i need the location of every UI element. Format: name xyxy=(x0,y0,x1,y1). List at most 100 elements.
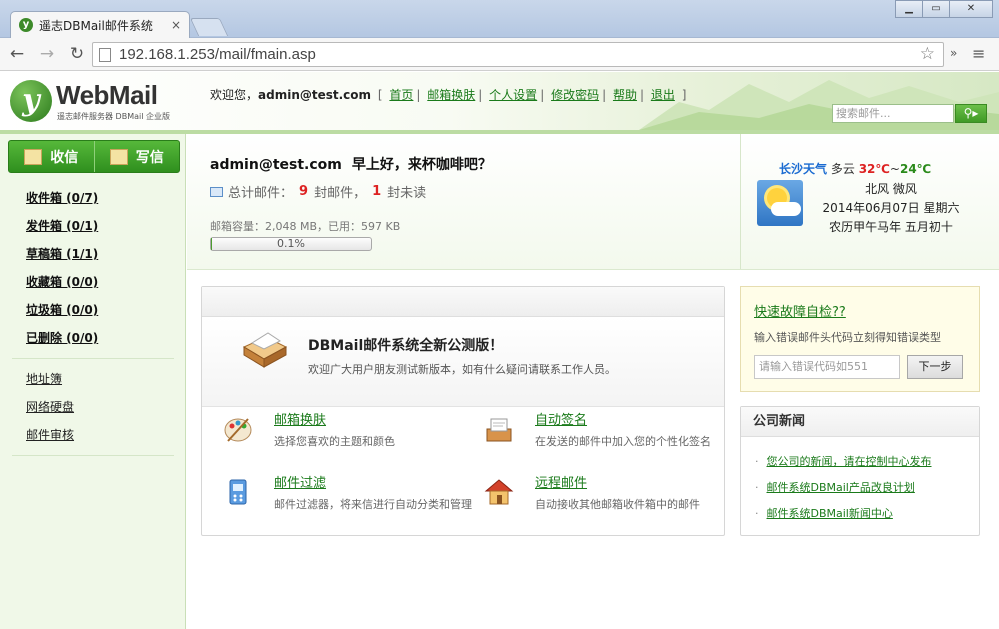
link-help[interactable]: 帮助 xyxy=(613,88,637,102)
news-item[interactable]: · 邮件系统DBMail新闻中心 xyxy=(755,505,893,521)
news-bullet: · xyxy=(755,455,759,468)
tab-title: 遥志DBMail邮件系统 xyxy=(39,18,153,33)
url-text[interactable]: 192.168.1.253/mail/fmain.asp xyxy=(119,46,316,63)
greeting-text: 早上好，来杯咖啡吧？ xyxy=(351,157,492,173)
folder-deleted[interactable]: 已删除 (0/0) xyxy=(0,324,186,352)
link-password[interactable]: 修改密码 xyxy=(551,88,599,102)
tool-network-disk[interactable]: 网络硬盘 xyxy=(0,393,186,421)
mailbox-summary: admin@test.com 早上好，来杯咖啡吧？ 总计邮件： 9 封邮件， 1 … xyxy=(187,134,999,270)
folder-sent[interactable]: 发件箱 (0/1) xyxy=(0,212,186,240)
link-home[interactable]: 首页 xyxy=(389,88,413,102)
window-close-icon[interactable]: ✕ xyxy=(949,0,993,18)
feature-skin: 邮箱换肤 选择您喜欢的主题和颜色 xyxy=(202,407,452,457)
news-item-text[interactable]: 您公司的新闻，请在控制中心发布 xyxy=(767,455,932,468)
link-skin[interactable]: 邮箱换肤 xyxy=(427,88,475,102)
diagnose-title[interactable]: 快速故障自检?? xyxy=(754,301,846,320)
link-settings[interactable]: 个人设置 xyxy=(489,88,537,102)
feature-skin-desc: 选择您喜欢的主题和颜色 xyxy=(274,435,395,448)
extensions-chevron-icon[interactable]: » xyxy=(950,46,957,60)
feature-remote-title[interactable]: 远程邮件 xyxy=(535,472,587,491)
folder-drafts[interactable]: 草稿箱 (1/1) xyxy=(0,240,186,268)
logo-icon: y xyxy=(10,80,52,122)
weather-widget: 长沙天气 多云 32℃~24℃ 北风 微风 2014年06月07日 星期六 农历… xyxy=(740,134,999,269)
feature-signature-title[interactable]: 自动签名 xyxy=(535,409,587,428)
feature-skin-title[interactable]: 邮箱换肤 xyxy=(274,409,326,428)
quota-percent: 0.1% xyxy=(277,237,305,250)
link-logout[interactable]: 退出 xyxy=(651,88,675,102)
window-controls: ▁ ▭ ✕ xyxy=(895,0,993,18)
filter-device-icon xyxy=(229,479,247,505)
sidebar: 收信 写信 收件箱 (0/7) 发件箱 (0/1) 草稿箱 (1/1) 收藏箱 … xyxy=(0,134,186,629)
mail-count: 总计邮件： 9 封邮件， 1 封未读 xyxy=(210,182,426,201)
partly-cloudy-icon xyxy=(757,180,803,226)
current-user: admin@test.com xyxy=(258,88,372,102)
tool-mail-review[interactable]: 邮件审核 xyxy=(0,421,186,449)
summary-user: admin@test.com xyxy=(210,157,342,173)
news-panel: 公司新闻 · 您公司的新闻，请在控制中心发布 · 邮件系统DBMail产品改良计划 … xyxy=(740,406,980,536)
weather-title: 长沙天气 多云 32℃~24℃ xyxy=(779,160,931,177)
sidebar-divider xyxy=(12,358,174,359)
notice-banner: DBMail邮件系统全新公测版！ 欢迎广大用户朋友测试新版本，如有什么疑问请联系… xyxy=(202,317,724,407)
sidebar-divider xyxy=(12,455,174,456)
diagnose-panel: 快速故障自检?? 输入错误邮件头代码立刻得知错误类型 请输入错误代码如551 下… xyxy=(740,286,980,392)
next-step-button[interactable]: 下一步 xyxy=(907,355,963,379)
maximize-icon[interactable]: ▭ xyxy=(922,0,950,18)
weather-low: 24℃ xyxy=(899,162,932,176)
welcome-prefix: 欢迎您， xyxy=(210,88,259,102)
folder-favorites[interactable]: 收藏箱 (0/0) xyxy=(0,268,186,296)
feature-signature: 自动签名 在发送的邮件中加入您的个性化签名 xyxy=(463,407,713,457)
search-button[interactable]: ⚲▸ xyxy=(955,104,987,123)
compose-pencil-icon xyxy=(109,148,128,165)
notice-title: DBMail邮件系统全新公测版！ xyxy=(308,338,504,354)
error-code-input[interactable]: 请输入错误代码如551 xyxy=(754,355,900,379)
page-header: y WebMail 遥志邮件服务器 DBMail 企业版 欢迎您，admin@t… xyxy=(0,72,999,134)
notice-panel: DBMail邮件系统全新公测版！ 欢迎广大用户朋友测试新版本，如有什么疑问请联系… xyxy=(201,286,725,536)
news-bullet: · xyxy=(755,507,759,520)
reload-icon[interactable]: ↻ xyxy=(64,41,90,67)
folder-list: 收件箱 (0/7) 发件箱 (0/1) 草稿箱 (1/1) 收藏箱 (0/0) … xyxy=(0,184,186,462)
house-icon xyxy=(484,479,514,505)
bookmark-star-icon[interactable]: ☆ xyxy=(920,44,935,64)
logo-text: WebMail xyxy=(56,80,158,110)
news-item-text[interactable]: 邮件系统DBMail产品改良计划 xyxy=(767,481,915,494)
menu-icon[interactable]: ≡ xyxy=(972,44,985,63)
total-label: 总计邮件： xyxy=(228,186,294,201)
signature-tray-icon xyxy=(486,418,512,442)
news-title: 公司新闻 xyxy=(741,407,979,437)
news-bullet: · xyxy=(755,481,759,494)
weather-details: 北风 微风 2014年06月07日 星期六 农历甲午马年 五月初十 xyxy=(811,180,971,237)
mail-search-input[interactable]: 搜索邮件... xyxy=(832,104,954,123)
news-item-text[interactable]: 邮件系统DBMail新闻中心 xyxy=(767,507,893,520)
news-item[interactable]: · 邮件系统DBMail产品改良计划 xyxy=(755,479,915,495)
feature-signature-desc: 在发送的邮件中加入您的个性化签名 xyxy=(535,435,711,448)
mail-icon xyxy=(210,186,223,197)
back-icon[interactable]: ← xyxy=(4,41,30,67)
new-tab-button[interactable] xyxy=(189,18,229,36)
folder-inbox[interactable]: 收件箱 (0/7) xyxy=(0,184,186,212)
unread-count: 1 xyxy=(372,184,382,199)
browser-tab[interactable]: y 遥志DBMail邮件系统 × xyxy=(10,11,190,38)
quota-progress-bar: 0.1% xyxy=(210,237,372,251)
receive-button[interactable]: 收信 xyxy=(9,141,94,172)
logo-subtitle: 遥志邮件服务器 DBMail 企业版 xyxy=(57,112,170,121)
compose-button[interactable]: 写信 xyxy=(93,141,180,172)
weather-high: 32℃ xyxy=(858,162,890,176)
feature-filter-title[interactable]: 邮件过滤 xyxy=(274,472,326,491)
folder-junk[interactable]: 垃圾箱 (0/0) xyxy=(0,296,186,324)
notice-panel-header xyxy=(202,287,724,317)
unread-label: 封未读 xyxy=(387,186,427,201)
webmail-page: y WebMail 遥志邮件服务器 DBMail 企业版 欢迎您，admin@t… xyxy=(0,72,999,629)
close-tab-icon[interactable]: × xyxy=(171,18,181,32)
palette-icon xyxy=(224,418,252,442)
news-item[interactable]: · 您公司的新闻，请在控制中心发布 xyxy=(755,453,932,469)
feature-filter: 邮件过滤 邮件过滤器，将来信进行自动分类和管理 xyxy=(202,470,472,520)
favicon-icon: y xyxy=(19,18,33,32)
weather-date: 2014年06月07日 星期六 xyxy=(822,201,960,215)
address-bar[interactable]: 192.168.1.253/mail/fmain.asp ☆ xyxy=(92,42,944,67)
total-count: 9 xyxy=(299,184,309,199)
weather-city: 长沙天气 xyxy=(779,162,828,176)
forward-icon[interactable]: → xyxy=(34,41,60,67)
tool-address-book[interactable]: 地址簿 xyxy=(0,365,186,393)
browser-titlebar: y 遥志DBMail邮件系统 × ▁ ▭ ✕ xyxy=(0,0,999,38)
minimize-icon[interactable]: ▁ xyxy=(895,0,923,18)
